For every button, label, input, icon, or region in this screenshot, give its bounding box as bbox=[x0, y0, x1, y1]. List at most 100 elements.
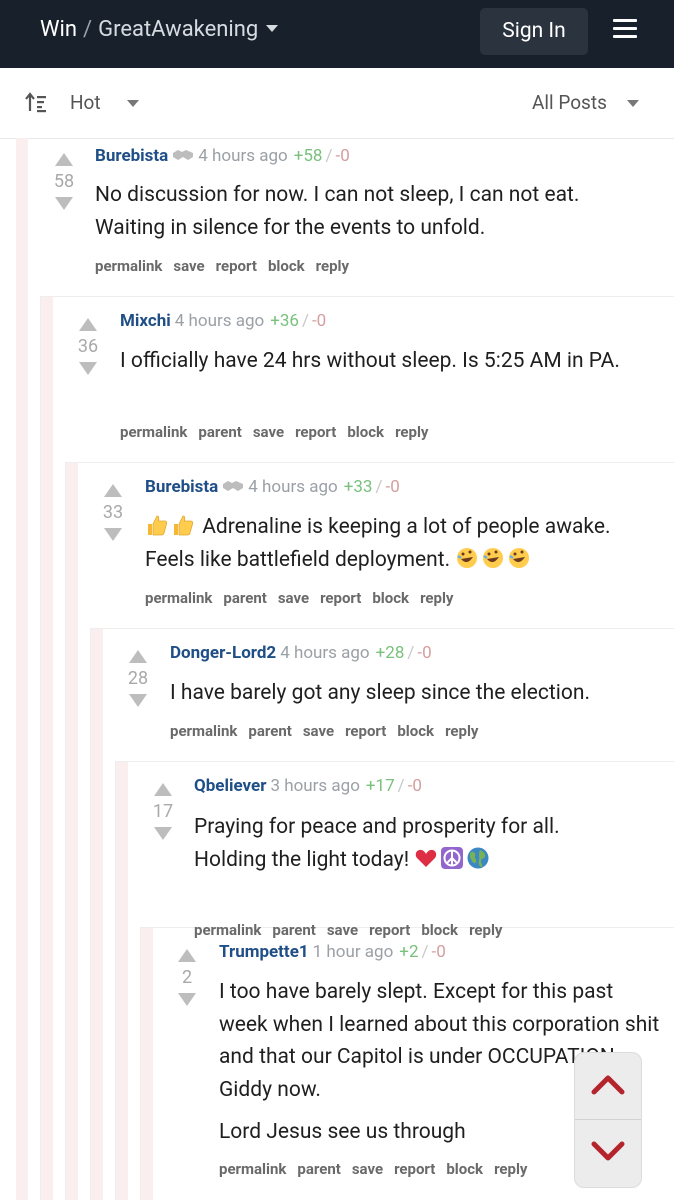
reply-link[interactable]: reply bbox=[469, 921, 502, 939]
downvote-icon[interactable] bbox=[178, 993, 196, 1006]
parent-link[interactable]: parent bbox=[198, 423, 241, 441]
report-link[interactable]: report bbox=[320, 589, 361, 607]
scroll-down-icon[interactable] bbox=[591, 1141, 625, 1163]
comment-author[interactable]: Trumpette1 bbox=[219, 942, 309, 962]
comment-body: Praying for peace and prosperity for all… bbox=[194, 811, 664, 876]
sort-icon[interactable] bbox=[25, 91, 47, 113]
thread-line[interactable] bbox=[91, 629, 103, 1200]
parent-link[interactable]: parent bbox=[272, 921, 315, 939]
downvote-icon[interactable] bbox=[129, 694, 147, 707]
site-name[interactable]: Win bbox=[40, 17, 77, 42]
upvote-icon[interactable] bbox=[178, 949, 196, 962]
scroll-up-icon[interactable] bbox=[591, 1073, 625, 1095]
upvote-icon[interactable] bbox=[154, 783, 172, 796]
comment-meta: Donger-Lord2 4 hours ago +28/-0 bbox=[170, 643, 432, 663]
comment-text: I officially have 24 hrs without sleep. … bbox=[120, 349, 620, 373]
comment-body: Adrenaline is keeping a lot of people aw… bbox=[145, 511, 665, 576]
downvote-count: -0 bbox=[385, 477, 400, 497]
comment-actions: permalink parent save report block reply bbox=[120, 423, 439, 441]
upvote-icon[interactable] bbox=[79, 318, 97, 331]
downvote-count: -0 bbox=[311, 311, 327, 331]
comment-author[interactable]: Mixchi bbox=[120, 311, 171, 331]
comment-actions: permalink save report block reply bbox=[95, 257, 360, 275]
report-link[interactable]: report bbox=[216, 257, 257, 275]
community-name[interactable]: GreatAwakening bbox=[98, 17, 258, 42]
save-link[interactable]: save bbox=[327, 921, 358, 939]
reply-link[interactable]: reply bbox=[420, 589, 453, 607]
upvote-icon[interactable] bbox=[129, 650, 147, 663]
reply-link[interactable]: reply bbox=[445, 722, 478, 740]
thread-line[interactable] bbox=[66, 463, 78, 1200]
comment-time: 4 hours ago bbox=[248, 477, 338, 497]
upvote-icon[interactable] bbox=[104, 484, 122, 497]
upvote-count: +17 bbox=[365, 776, 395, 796]
thumbs-up-icon bbox=[148, 515, 168, 536]
downvote-icon[interactable] bbox=[104, 528, 122, 541]
top-bar: Win / GreatAwakening Sign In bbox=[0, 0, 674, 68]
chevron-down-icon[interactable] bbox=[266, 24, 279, 32]
sort-chevron-down-icon[interactable] bbox=[127, 100, 139, 107]
vote-box: 58 bbox=[44, 153, 84, 210]
block-link[interactable]: block bbox=[372, 589, 409, 607]
permalink-link[interactable]: permalink bbox=[170, 722, 237, 740]
block-link[interactable]: block bbox=[347, 423, 384, 441]
peace-icon bbox=[441, 846, 464, 869]
breadcrumb: Win / GreatAwakening bbox=[40, 17, 279, 42]
upvote-count: +28 bbox=[375, 643, 405, 663]
permalink-link[interactable]: permalink bbox=[219, 1160, 286, 1178]
sign-in-button[interactable]: Sign In bbox=[480, 8, 588, 55]
sort-select[interactable]: Hot bbox=[70, 91, 101, 114]
comment-text: Holding the light today! bbox=[194, 847, 410, 872]
report-link[interactable]: report bbox=[394, 1160, 435, 1178]
comment-meta: Burebista 4 hours ago +58/-0 bbox=[95, 146, 350, 166]
save-link[interactable]: save bbox=[352, 1160, 383, 1178]
save-link[interactable]: save bbox=[173, 257, 204, 275]
reply-link[interactable]: reply bbox=[316, 257, 349, 275]
block-link[interactable]: block bbox=[268, 257, 305, 275]
comment-meta: Qbeliever 3 hours ago +17/-0 bbox=[194, 776, 422, 796]
comment-actions: permalink parent save report block reply bbox=[145, 589, 464, 607]
block-link[interactable]: block bbox=[446, 1160, 483, 1178]
upvote-count: +58 bbox=[293, 146, 323, 166]
comment-author[interactable]: Donger-Lord2 bbox=[170, 643, 276, 663]
upvote-icon[interactable] bbox=[55, 153, 73, 166]
permalink-link[interactable]: permalink bbox=[95, 257, 162, 275]
comment-score: 28 bbox=[127, 668, 149, 689]
save-link[interactable]: save bbox=[303, 722, 334, 740]
comment-author[interactable]: Qbeliever bbox=[194, 776, 266, 796]
block-link[interactable]: block bbox=[421, 921, 458, 939]
thread-line[interactable] bbox=[16, 138, 28, 1200]
comment-time: 4 hours ago bbox=[280, 643, 370, 663]
comment-time: 1 hour ago bbox=[312, 942, 394, 962]
thread-line[interactable] bbox=[41, 297, 53, 1200]
comment-author[interactable]: Burebista bbox=[95, 146, 168, 166]
sort-bar: Hot All Posts bbox=[0, 68, 674, 139]
permalink-link[interactable]: permalink bbox=[120, 423, 187, 441]
comment-thread: 58 Burebista 4 hours ago +58/-0 No discuss… bbox=[0, 138, 674, 1200]
downvote-icon[interactable] bbox=[55, 197, 73, 210]
report-link[interactable]: report bbox=[345, 722, 386, 740]
comment-score: 36 bbox=[77, 336, 99, 357]
save-link[interactable]: save bbox=[278, 589, 309, 607]
parent-link[interactable]: parent bbox=[223, 589, 266, 607]
report-link[interactable]: report bbox=[369, 921, 410, 939]
save-link[interactable]: save bbox=[253, 423, 284, 441]
downvote-icon[interactable] bbox=[154, 827, 172, 840]
parent-link[interactable]: parent bbox=[248, 722, 291, 740]
permalink-link[interactable]: permalink bbox=[194, 921, 261, 939]
block-link[interactable]: block bbox=[397, 722, 434, 740]
permalink-link[interactable]: permalink bbox=[145, 589, 212, 607]
comment-time: 3 hours ago bbox=[270, 776, 360, 796]
thread-line[interactable] bbox=[116, 762, 128, 1200]
parent-link[interactable]: parent bbox=[297, 1160, 340, 1178]
downvote-icon[interactable] bbox=[79, 362, 97, 375]
filter-chevron-down-icon[interactable] bbox=[627, 100, 639, 107]
menu-icon[interactable] bbox=[613, 19, 637, 39]
thread-line[interactable] bbox=[141, 928, 153, 1200]
comment-author[interactable]: Burebista bbox=[145, 477, 218, 497]
reply-link[interactable]: reply bbox=[395, 423, 428, 441]
reply-link[interactable]: reply bbox=[494, 1160, 527, 1178]
comment-text-line: Feels like battlefield deployment. bbox=[145, 544, 665, 577]
filter-select[interactable]: All Posts bbox=[532, 91, 607, 114]
report-link[interactable]: report bbox=[295, 423, 336, 441]
